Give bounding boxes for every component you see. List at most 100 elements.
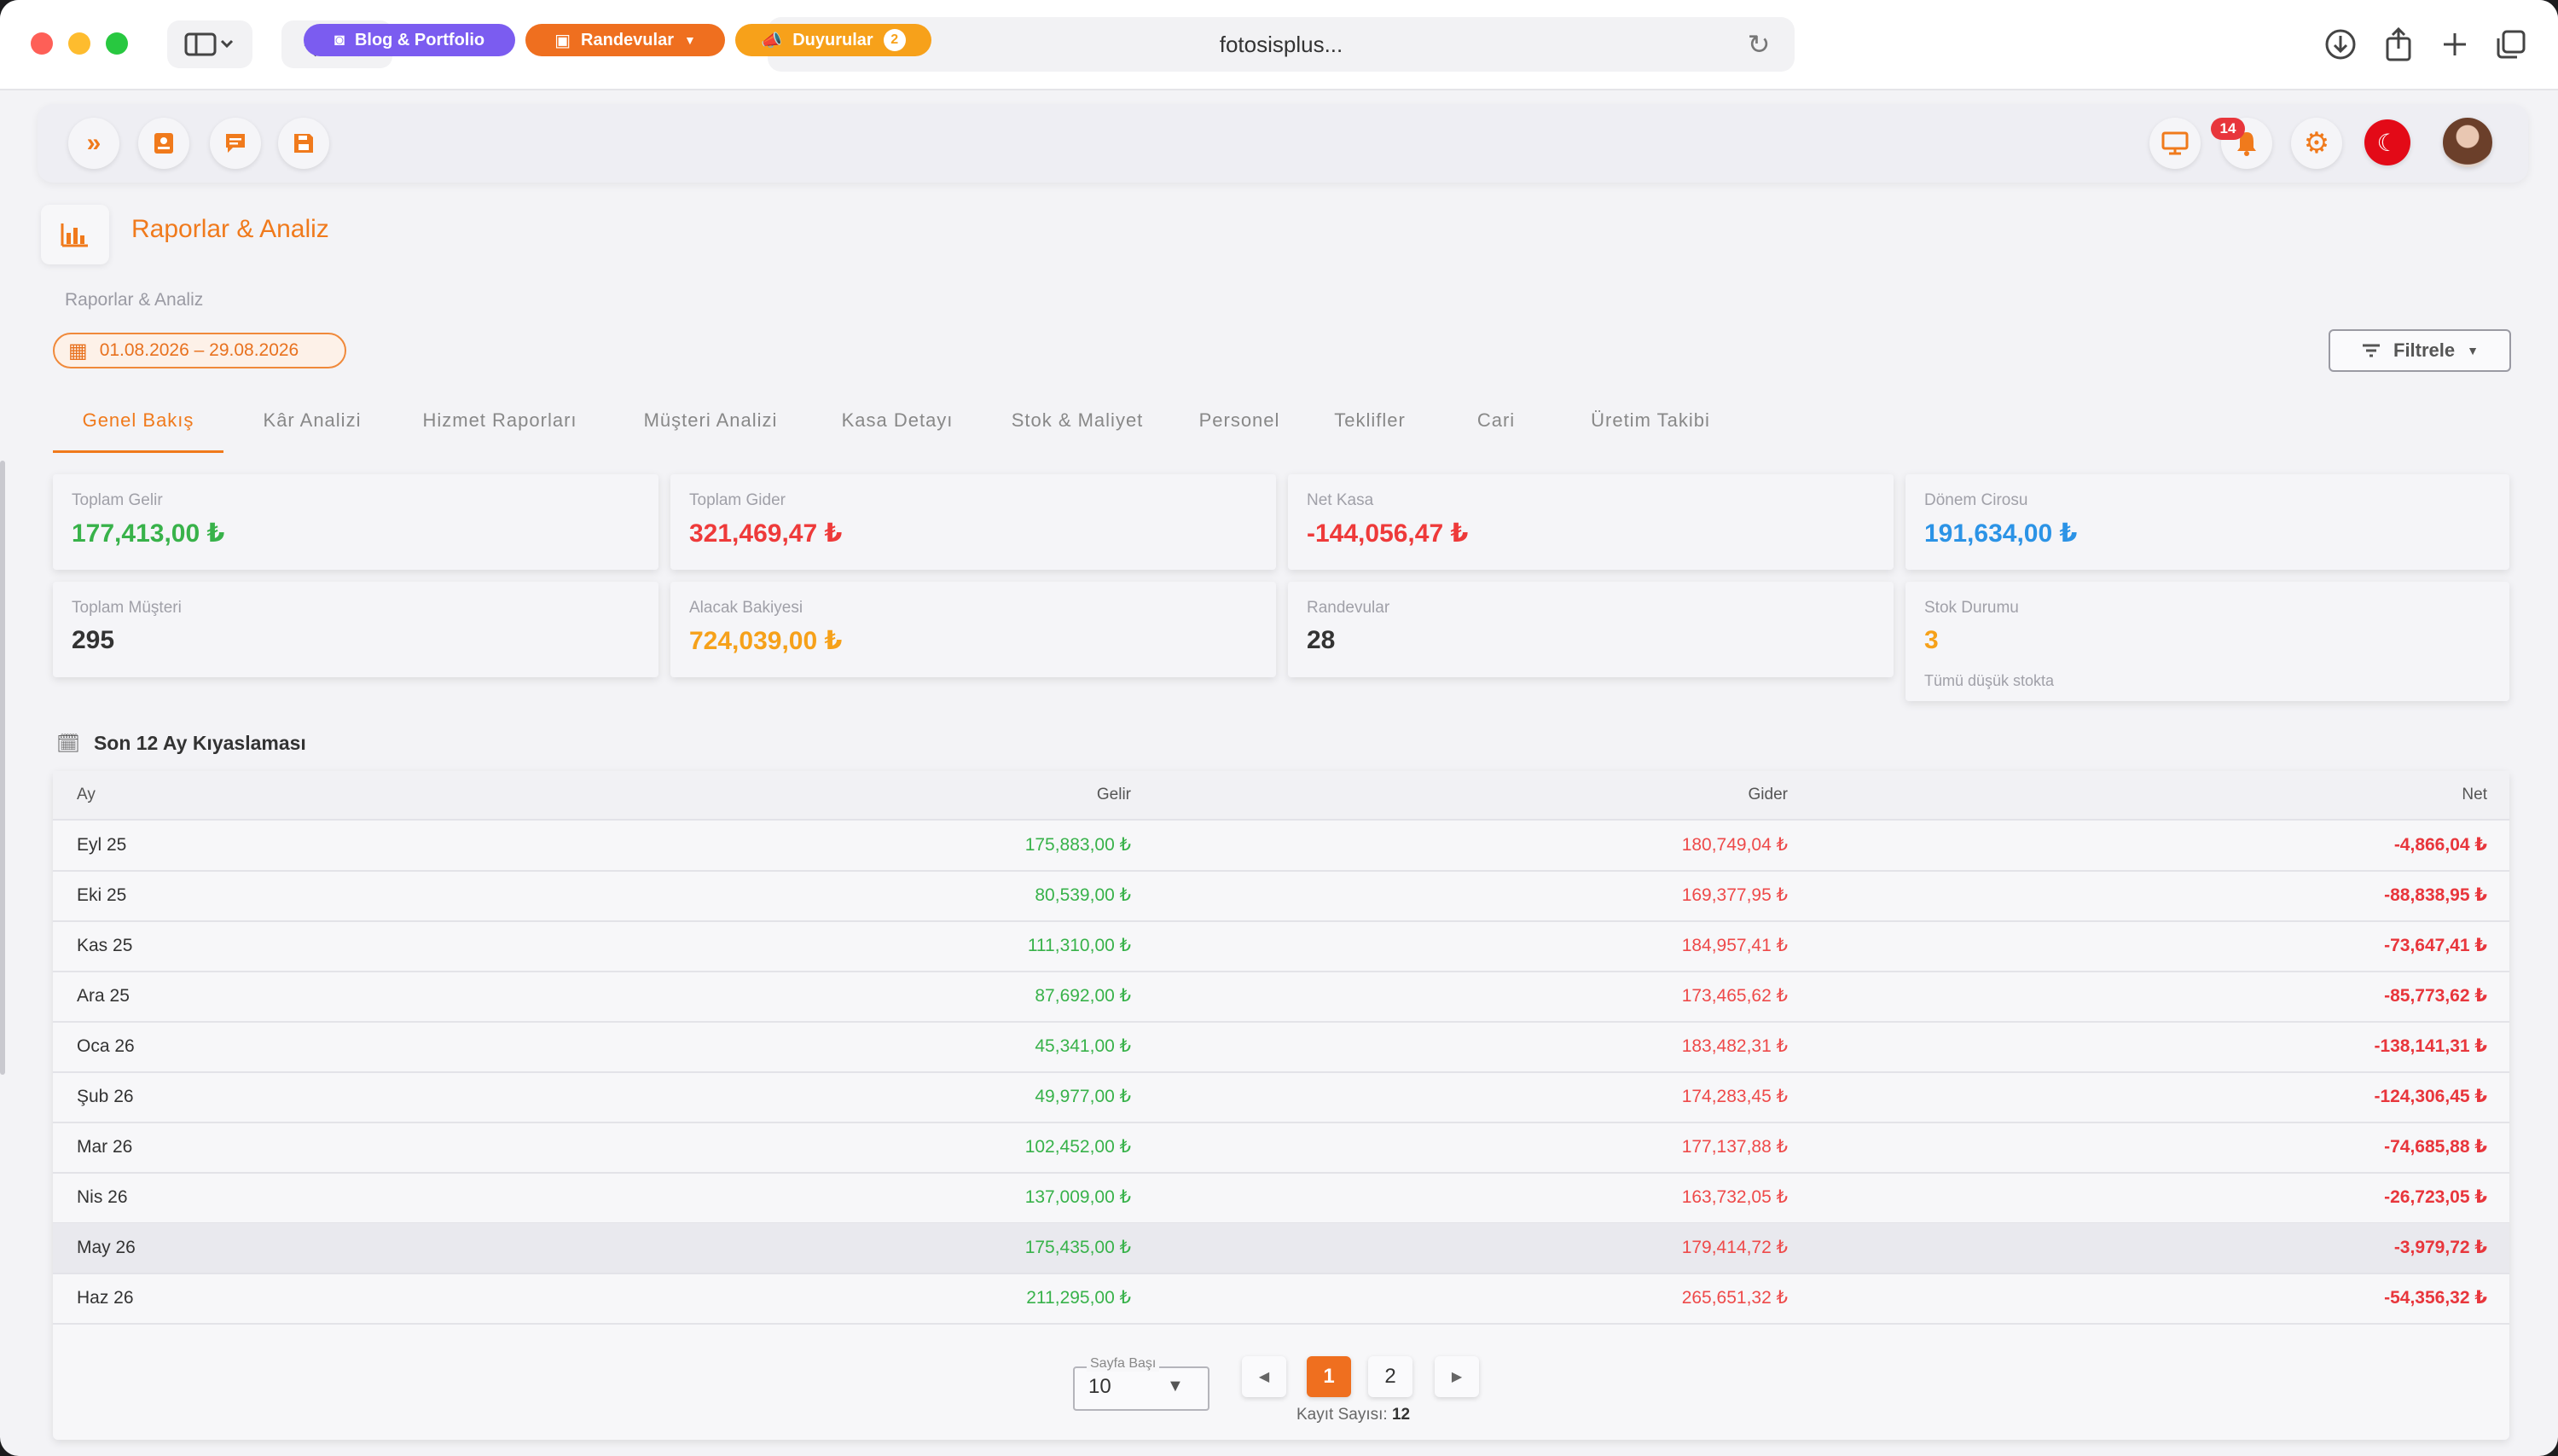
comparison-section-title: 🗓 Son 12 Ay Kıyaslaması <box>56 732 306 755</box>
income-cell: 111,310,00 ₺ <box>1027 936 1131 955</box>
caret-down-icon: ▼ <box>1167 1377 1184 1395</box>
income-cell: 87,692,00 ₺ <box>1035 986 1131 1006</box>
record-count-value: 12 <box>1391 1406 1411 1424</box>
calendar-icon: ▣ <box>554 31 571 50</box>
sidebar-toggle-button[interactable] <box>167 20 252 68</box>
page-scrollbar[interactable] <box>0 461 5 1075</box>
turkish-flag-icon: ☾ <box>2376 129 2398 156</box>
section-title-text: Son 12 Ay Kıyaslaması <box>93 732 306 754</box>
month-cell: Şub 26 <box>77 1087 134 1106</box>
tab-stok-maliyet[interactable]: Stok & Maliyet <box>989 403 1165 450</box>
card-subtext: Tümü düşük stokta <box>1924 672 2055 689</box>
randevular-label: Randevular <box>581 30 674 49</box>
tab-musteri-analizi[interactable]: Müşteri Analizi <box>616 403 805 450</box>
table-row[interactable]: Ara 25 87,692,00 ₺ 173,465,62 ₺ -85,773,62 … <box>53 972 2509 1023</box>
caret-down-icon: ▼ <box>683 33 696 47</box>
tab-personel[interactable]: Personel <box>1180 403 1298 450</box>
prev-page-button[interactable]: ◀ <box>1242 1356 1286 1397</box>
duyurular-label: Duyurular <box>792 30 873 49</box>
next-page-button[interactable]: ▶ <box>1435 1356 1479 1397</box>
minimize-window-button[interactable] <box>68 32 90 55</box>
reload-icon[interactable]: ↻ <box>1743 29 1774 60</box>
downloads-button[interactable] <box>2317 20 2364 68</box>
card-value: 295 <box>72 626 115 654</box>
camera-icon: ◙ <box>334 30 345 49</box>
card-label: Dönem Cirosu <box>1924 491 2028 509</box>
net-cell: -74,685,88 ₺ <box>2384 1137 2487 1157</box>
table-row[interactable]: Kas 25 111,310,00 ₺ 184,957,41 ₺ -73,647,41… <box>53 921 2509 972</box>
record-count-label: Kayıt Sayısı: <box>1296 1406 1388 1424</box>
tab-kasa-detayi[interactable]: Kasa Detayı <box>819 403 976 450</box>
zoom-window-button[interactable] <box>106 32 128 55</box>
tab-kar-analizi[interactable]: Kâr Analizi <box>241 403 384 450</box>
new-tab-button[interactable] <box>2431 20 2479 68</box>
column-header-income[interactable]: Gelir <box>1097 771 1131 819</box>
expense-cell: 177,137,88 ₺ <box>1681 1137 1788 1157</box>
calendar-icon: 🗓 <box>56 732 80 754</box>
duyurular-button[interactable]: 📣 Duyurular 2 <box>735 24 931 56</box>
duyurular-count-badge: 2 <box>883 29 906 51</box>
tab-uretim-takibi[interactable]: Üretim Takibi <box>1571 403 1730 450</box>
income-cell: 175,435,00 ₺ <box>1024 1238 1131 1257</box>
contacts-button[interactable] <box>138 118 189 169</box>
settings-button[interactable]: ⚙ <box>2291 118 2342 169</box>
net-cell: -4,866,04 ₺ <box>2393 835 2487 855</box>
calendar-icon: ▦ <box>68 339 88 363</box>
table-row[interactable]: Şub 26 49,977,00 ₺ 174,283,45 ₺ -124,306,45… <box>53 1072 2509 1123</box>
tab-teklifler[interactable]: Teklifler <box>1312 403 1428 450</box>
messages-button[interactable] <box>210 118 261 169</box>
per-page-label: Sayfa Başı <box>1087 1356 1160 1372</box>
month-cell: Eyl 25 <box>77 835 127 855</box>
column-header-net[interactable]: Net <box>2462 771 2487 819</box>
expense-cell: 183,482,31 ₺ <box>1681 1036 1788 1056</box>
net-cell: -85,773,62 ₺ <box>2384 986 2487 1006</box>
table-row[interactable]: Oca 26 45,341,00 ₺ 183,482,31 ₺ -138,141,31… <box>53 1022 2509 1073</box>
blog-portfolio-button[interactable]: ◙ Blog & Portfolio <box>304 24 515 56</box>
share-button[interactable] <box>2375 20 2422 68</box>
date-range-text: 01.08.2026 – 29.08.2026 <box>99 340 299 360</box>
card-randevular: Randevular 28 <box>1288 582 1894 677</box>
expand-menu-button[interactable]: » <box>68 118 119 169</box>
tab-cari[interactable]: Cari <box>1452 403 1540 450</box>
sidebar-icon <box>184 32 234 56</box>
table-row[interactable]: Mar 26 102,452,00 ₺ 177,137,88 ₺ -74,685,88… <box>53 1122 2509 1174</box>
table-row[interactable]: May 26 175,435,00 ₺ 179,414,72 ₺ -3,979,72 … <box>53 1223 2509 1274</box>
card-toplam-musteri: Toplam Müşteri 295 <box>53 582 658 677</box>
per-page-value: 10 <box>1088 1375 1111 1398</box>
browser-window: fotosisplus... ↻ » ◙ Blog & Portfolio ▣ <box>0 0 2558 1456</box>
page-button-1[interactable]: 1 <box>1307 1356 1351 1397</box>
column-header-month[interactable]: Ay <box>77 771 96 819</box>
income-cell: 175,883,00 ₺ <box>1024 835 1131 855</box>
filter-icon <box>2363 344 2380 357</box>
user-avatar[interactable] <box>2443 118 2492 167</box>
table-row[interactable]: Haz 26 211,295,00 ₺ 265,651,32 ₺ -54,356,32… <box>53 1273 2509 1325</box>
filter-button[interactable]: Filtrele ▼ <box>2329 329 2511 372</box>
table-row[interactable]: Nis 26 137,009,00 ₺ 163,732,05 ₺ -26,723,05… <box>53 1173 2509 1224</box>
chevron-left-icon: ◀ <box>1258 1370 1270 1384</box>
language-selector[interactable]: ☾ <box>2364 119 2410 165</box>
expense-cell: 179,414,72 ₺ <box>1681 1238 1788 1257</box>
card-label: Alacak Bakiyesi <box>689 599 803 617</box>
breadcrumb[interactable]: Raporlar & Analiz <box>65 290 203 310</box>
table-row[interactable]: Eki 25 80,539,00 ₺ 169,377,95 ₺ -88,838,95 … <box>53 871 2509 922</box>
close-window-button[interactable] <box>31 32 53 55</box>
save-button[interactable] <box>278 118 329 169</box>
income-cell: 137,009,00 ₺ <box>1024 1187 1131 1207</box>
display-button[interactable] <box>2149 118 2201 169</box>
chevron-right-icon: ▶ <box>1451 1370 1463 1384</box>
randevular-dropdown[interactable]: ▣ Randevular ▼ <box>525 24 725 56</box>
table-row[interactable]: Eyl 25 175,883,00 ₺ 180,749,04 ₺ -4,866,04 … <box>53 821 2509 872</box>
bar-chart-icon <box>61 223 88 247</box>
month-cell: Nis 26 <box>77 1187 128 1207</box>
page-button-2[interactable]: 2 <box>1368 1356 1412 1397</box>
tab-overview-button[interactable] <box>2487 20 2535 68</box>
month-cell: Oca 26 <box>77 1036 135 1056</box>
column-header-expense[interactable]: Gider <box>1749 771 1788 819</box>
expense-cell: 184,957,41 ₺ <box>1681 936 1788 955</box>
tab-hizmet-raporlari[interactable]: Hizmet Raporları <box>399 403 600 450</box>
card-toplam-gider: Toplam Gider 321,469,47 ₺ <box>670 474 1276 570</box>
tab-genel-bakis[interactable]: Genel Bakış <box>53 403 223 453</box>
date-range-picker[interactable]: ▦ 01.08.2026 – 29.08.2026 <box>53 333 346 368</box>
card-label: Toplam Gelir <box>72 491 163 509</box>
expense-cell: 265,651,32 ₺ <box>1681 1288 1788 1308</box>
